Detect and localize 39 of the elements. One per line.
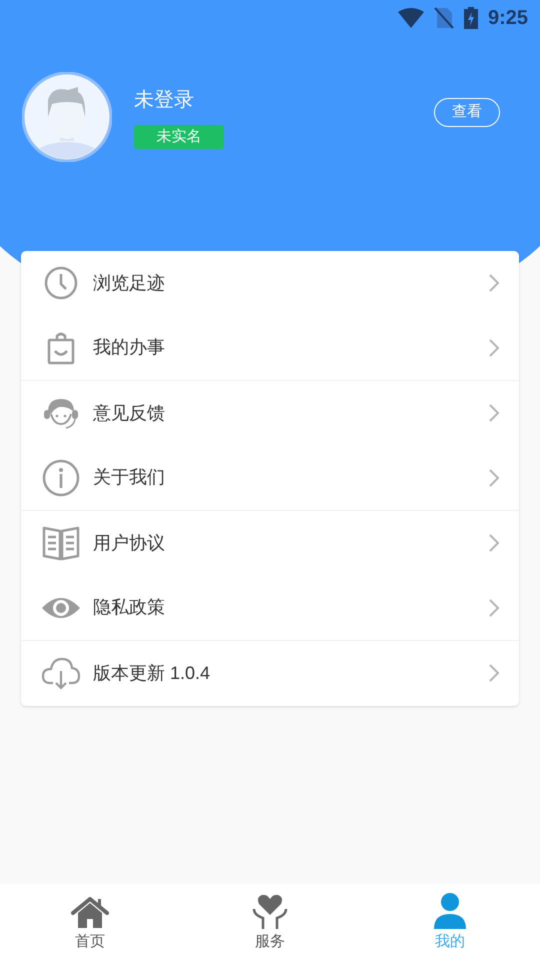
menu-item[interactable]: 关于我们: [21, 446, 519, 510]
menu-label: 版本更新 1.0.4: [93, 662, 212, 685]
chevron-right-icon: [489, 338, 499, 357]
eye-icon: [41, 596, 81, 620]
chevron-right-icon: [489, 664, 499, 682]
book-icon: [42, 525, 80, 562]
chevron-right-icon: [489, 468, 499, 487]
menu-label: 意见反馈: [93, 402, 166, 425]
headset-icon: [42, 396, 80, 430]
status-time: 9:25: [488, 6, 528, 31]
wifi-icon: [398, 8, 424, 28]
clock-icon: [44, 266, 78, 300]
menu-item[interactable]: 意见反馈: [21, 381, 519, 446]
menu-item[interactable]: 我的办事: [21, 316, 519, 380]
menu-item[interactable]: 浏览足迹: [21, 251, 519, 316]
menu-label: 关于我们: [93, 466, 166, 490]
cloud-download-icon: [41, 656, 81, 690]
person-icon: [433, 893, 467, 929]
heart-hands-icon: [251, 893, 289, 929]
chevron-right-icon: [489, 534, 499, 552]
nav-tab[interactable]: 首页: [0, 884, 180, 960]
home-icon: [71, 897, 109, 929]
chevron-right-icon: [489, 404, 499, 422]
info-icon: [42, 458, 80, 497]
user-name: 未登录: [134, 88, 195, 113]
avatar-icon: [22, 72, 112, 162]
chevron-right-icon: [489, 598, 499, 617]
menu-item[interactable]: 版本更新 1.0.4: [21, 641, 519, 706]
menu-label: 我的办事: [93, 336, 166, 360]
menu-item[interactable]: 隐私政策: [21, 576, 519, 640]
battery-icon: [464, 7, 478, 29]
nav-tab[interactable]: 服务: [180, 884, 360, 960]
menu-label: 隐私政策: [93, 596, 166, 620]
menu-label: 浏览足迹: [93, 272, 166, 295]
verification-badge: 未实名: [134, 124, 224, 150]
chevron-right-icon: [489, 274, 499, 292]
menu-label: 用户协议: [93, 532, 166, 555]
no-sim-icon: [434, 7, 454, 29]
menu-item[interactable]: 用户协议: [21, 511, 519, 576]
